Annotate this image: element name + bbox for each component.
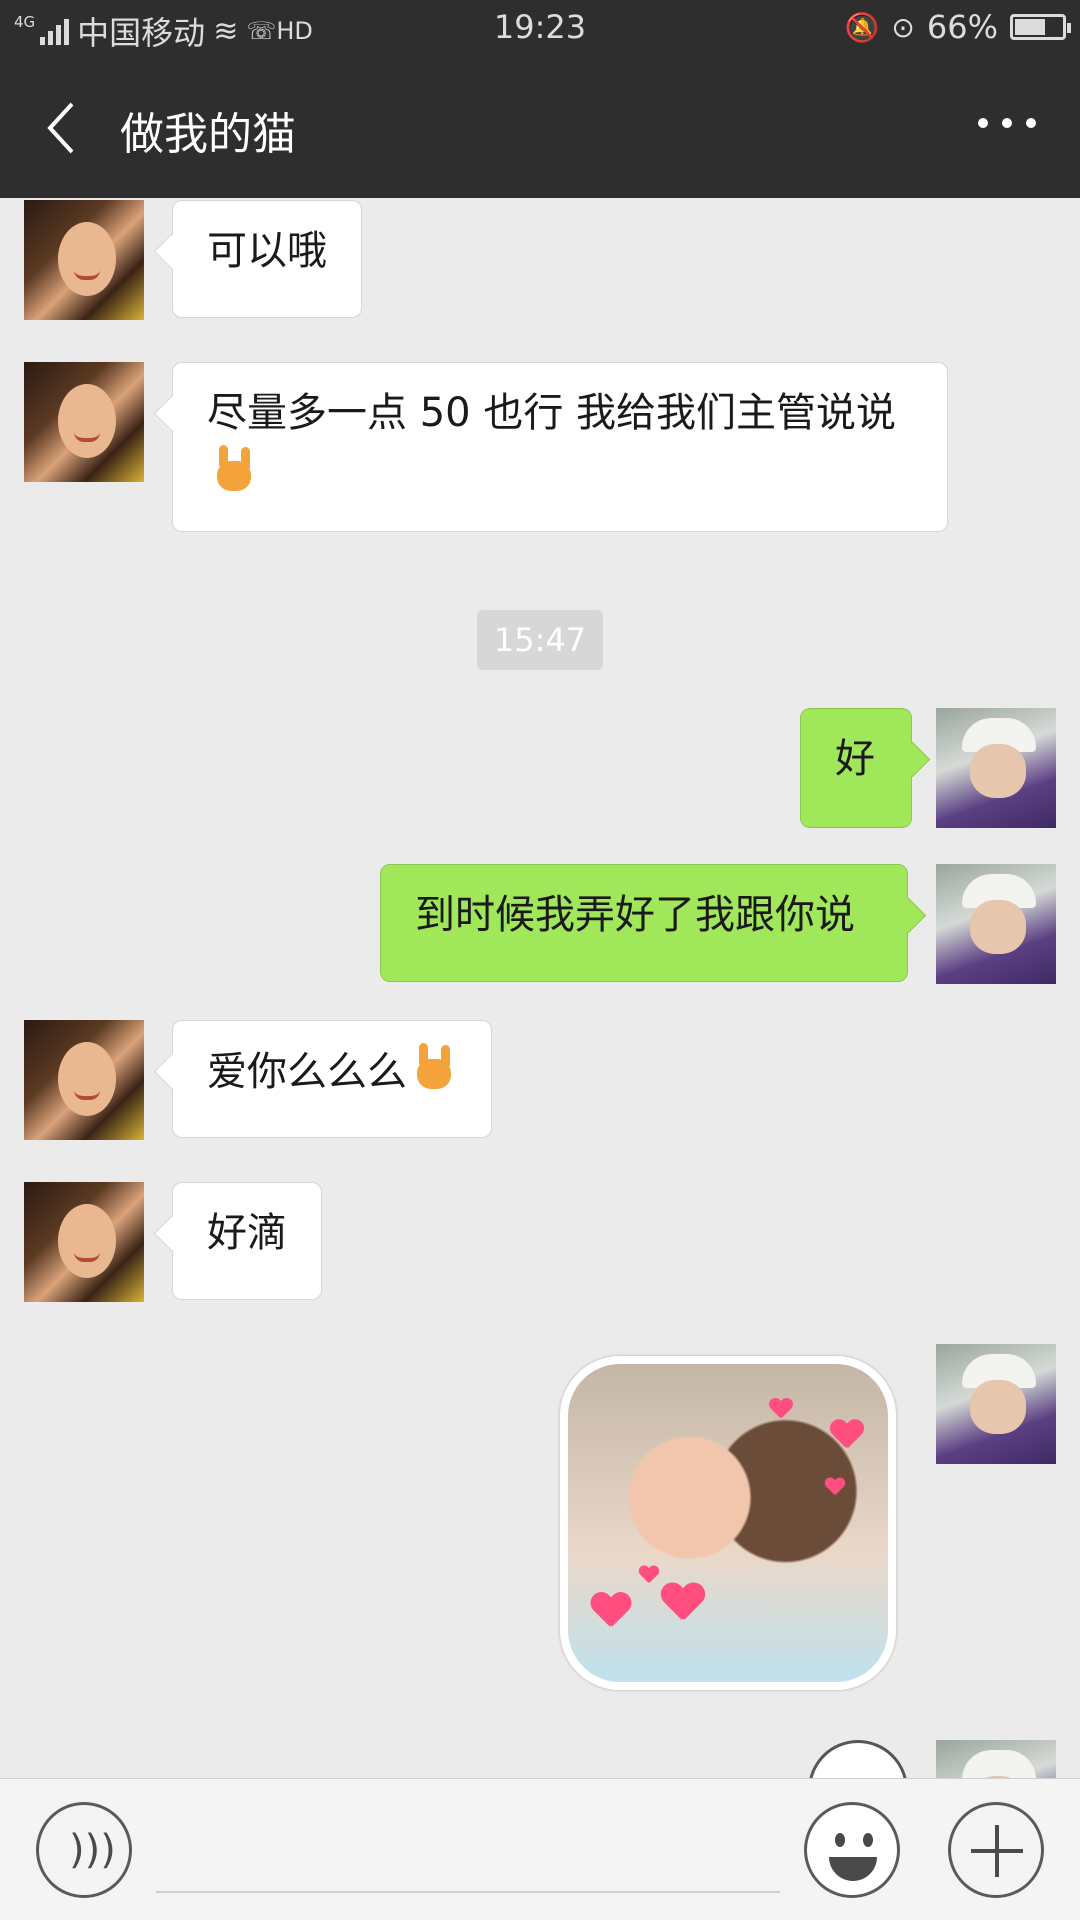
voice-icon: )))	[69, 1827, 116, 1873]
battery-icon	[1010, 14, 1071, 40]
message-text: 到时候我弄好了我跟你说	[415, 892, 855, 938]
message-input[interactable]	[156, 1809, 780, 1893]
message-text: 尽量多一点 50 也行 我给我们主管说说	[207, 390, 897, 436]
rock-hand-emoji-icon	[207, 443, 257, 493]
chat-title: 做我的猫	[120, 109, 296, 160]
add-button[interactable]	[948, 1802, 1044, 1898]
rock-hand-emoji-icon	[407, 1041, 457, 1091]
voice-button[interactable]: )))	[36, 1802, 132, 1898]
battery-percentage: 66%	[926, 8, 998, 46]
incoming-message[interactable]: 爱你么么么	[172, 1020, 492, 1138]
incoming-message[interactable]: 可以哦	[172, 200, 362, 318]
my-avatar[interactable]	[936, 1344, 1056, 1464]
message-text: 好	[835, 736, 875, 782]
outgoing-message[interactable]: 到时候我弄好了我跟你说	[380, 864, 908, 982]
input-bar: )))	[0, 1778, 1080, 1920]
emoji-icon	[835, 1833, 845, 1847]
message-text: 可以哦	[207, 228, 327, 274]
status-bar: 4G 中国移动 ≋ ☏HD 19:23 🔕 ⊙ 66%	[0, 0, 1080, 56]
contact-avatar[interactable]	[24, 200, 144, 320]
contact-avatar[interactable]	[24, 1020, 144, 1140]
contact-avatar[interactable]	[24, 362, 144, 482]
mute-icon: 🔕	[844, 10, 880, 44]
message-text: 爱你么么么	[207, 1049, 407, 1095]
contact-avatar[interactable]	[24, 1182, 144, 1302]
back-button[interactable]	[38, 98, 98, 158]
incoming-message[interactable]: 好滴	[172, 1182, 322, 1300]
rotation-lock-icon: ⊙	[891, 10, 915, 44]
message-text: 好滴	[207, 1210, 287, 1256]
incoming-message[interactable]: 尽量多一点 50 也行 我给我们主管说说	[172, 362, 948, 532]
my-avatar[interactable]	[936, 708, 1056, 828]
my-avatar[interactable]	[936, 864, 1056, 984]
more-dots-icon	[978, 118, 988, 128]
outgoing-message[interactable]: 好	[800, 708, 912, 828]
kissing-kids-hearts-sticker[interactable]	[560, 1356, 896, 1690]
smiling-face-sticker[interactable]	[808, 1740, 908, 1778]
emoji-button[interactable]	[804, 1802, 900, 1898]
my-avatar[interactable]	[936, 1740, 1056, 1778]
chevron-left-icon	[47, 102, 74, 154]
chat-header: 做我的猫	[0, 56, 1080, 198]
more-button[interactable]	[978, 118, 1036, 128]
message-list[interactable]: 可以哦 尽量多一点 50 也行 我给我们主管说说 15:47 好 到时候我弄好了…	[0, 198, 1080, 1778]
message-timestamp: 15:47	[477, 610, 603, 670]
